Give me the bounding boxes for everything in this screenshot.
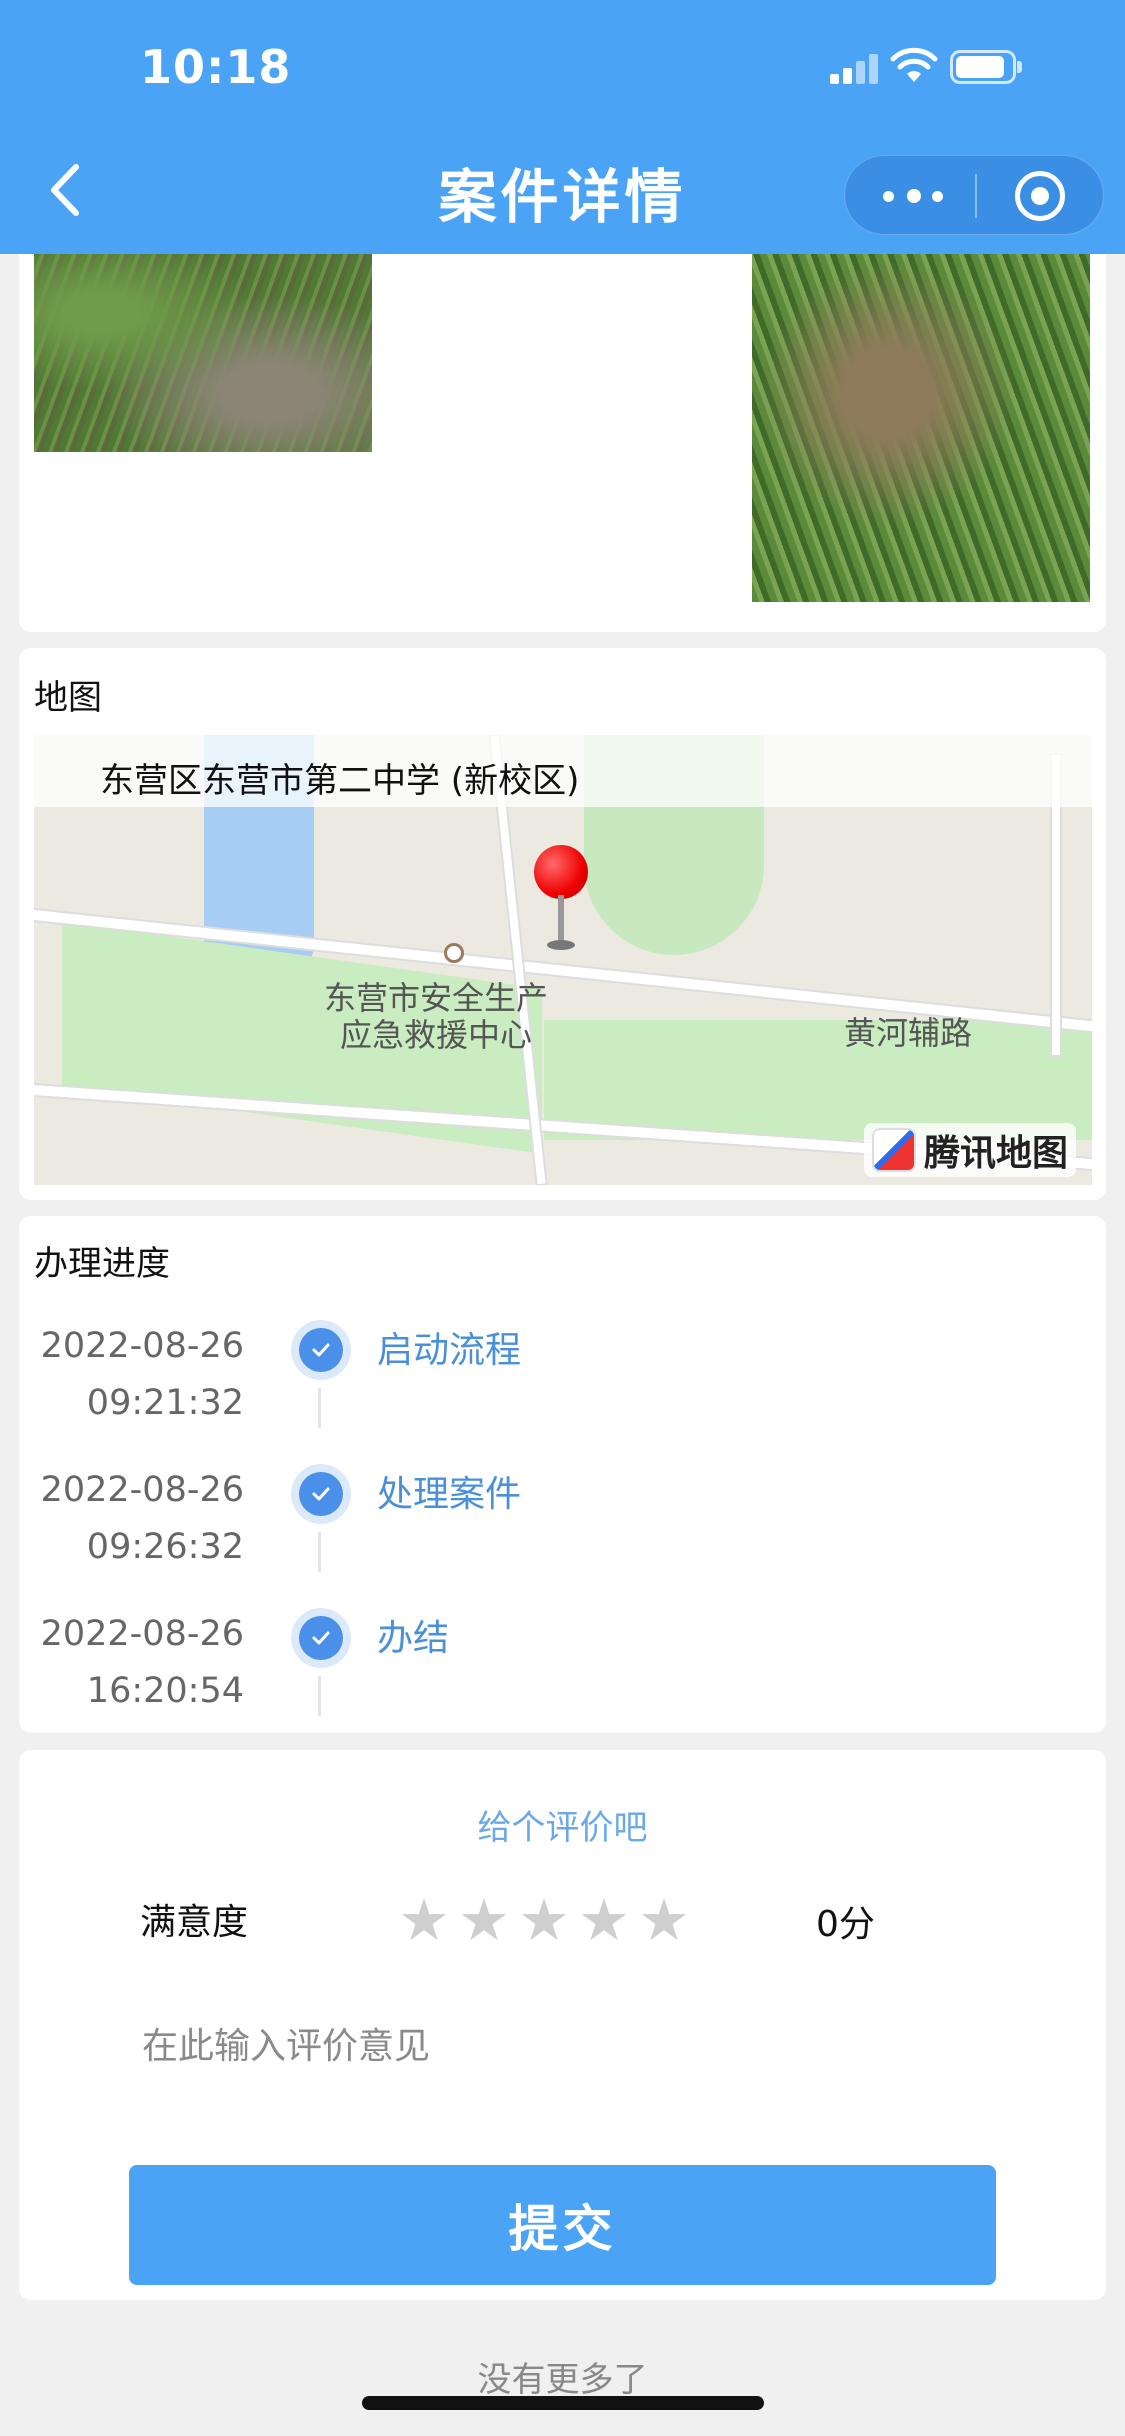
star-icon[interactable]: ★ [578, 1891, 630, 1949]
check-circle-icon [291, 1320, 351, 1380]
case-photo[interactable] [752, 254, 1090, 602]
timeline-step-label: 启动流程 [377, 1330, 522, 1371]
star-icon[interactable]: ★ [398, 1891, 450, 1949]
star-icon[interactable]: ★ [638, 1891, 690, 1949]
star-rating[interactable]: ★ ★ ★ ★ ★ [398, 1891, 690, 1949]
timeline-time: 16:20:54 [86, 1671, 244, 1711]
map-greenbelt [544, 1020, 1092, 1140]
battery-icon [950, 50, 1022, 84]
more-dots-icon[interactable] [883, 186, 943, 206]
wifi-icon [890, 47, 938, 82]
timeline-datetime: 2022-08-26 09:26:32 [41, 1462, 244, 1576]
submit-button[interactable]: 提交 [129, 2165, 996, 2285]
timeline-step: 2022-08-26 09:26:32 处理案件 [19, 1462, 1106, 1607]
map-location-label: 东营区东营市第二中学 (新校区) [100, 761, 580, 801]
cellular-signal-icon [830, 52, 880, 84]
home-indicator [362, 2396, 764, 2410]
location-pin-base [547, 940, 575, 950]
timeline-time: 09:26:32 [86, 1527, 244, 1567]
mini-program-capsule [844, 155, 1104, 235]
check-circle-icon [291, 1464, 351, 1524]
check-circle-icon [291, 1608, 351, 1668]
timeline-date: 2022-08-26 [40, 1614, 244, 1654]
target-close-icon[interactable] [1015, 171, 1065, 221]
capsule-divider [975, 174, 977, 218]
map-provider-logo: 腾讯地图 [863, 1123, 1076, 1177]
star-icon[interactable]: ★ [458, 1891, 510, 1949]
timeline-step-label: 处理案件 [377, 1474, 522, 1515]
map-poi-marker [444, 943, 464, 963]
timeline-connector [318, 1388, 321, 1428]
map-road-label: 黄河辅路 [844, 1014, 973, 1052]
tencent-map-icon [871, 1128, 916, 1172]
timeline-datetime: 2022-08-26 16:20:54 [41, 1606, 244, 1720]
map-section-title: 地图 [34, 678, 102, 718]
timeline-date: 2022-08-26 [40, 1470, 244, 1510]
timeline-step: 2022-08-26 16:20:54 办结 [19, 1606, 1106, 1751]
timeline-date: 2022-08-26 [40, 1326, 244, 1366]
location-pin-stick [558, 895, 564, 945]
comment-input[interactable] [140, 2000, 984, 2092]
nav-bar: 10:18 案件详情 [0, 0, 1125, 254]
rating-score: 0分 [816, 1904, 875, 1945]
timeline-step-label: 办结 [377, 1618, 450, 1659]
timeline-connector [318, 1676, 321, 1716]
timeline-step: 2022-08-26 09:21:32 启动流程 [19, 1318, 1106, 1463]
no-more-text: 没有更多了 [477, 2360, 648, 2400]
progress-section-title: 办理进度 [34, 1244, 170, 1284]
timeline-time: 09:21:32 [86, 1383, 244, 1423]
timeline-datetime: 2022-08-26 09:21:32 [41, 1318, 244, 1432]
rating-prompt: 给个评价吧 [477, 1808, 648, 1848]
map-poi-label: 东营市安全生产 应急救援中心 [324, 979, 549, 1054]
satisfaction-label: 满意度 [140, 1902, 249, 1943]
timeline-connector [318, 1532, 321, 1572]
map-provider-text: 腾讯地图 [923, 1133, 1068, 1174]
map-location-bar: 东营区东营市第二中学 (新校区) [34, 735, 1092, 807]
location-pin-icon [534, 845, 588, 899]
star-icon[interactable]: ★ [518, 1891, 570, 1949]
status-time: 10:18 [140, 40, 292, 94]
case-photo[interactable] [34, 254, 372, 452]
map-view[interactable]: 东营市安全生产 应急救援中心 黄河辅路 东营区东营市第二中学 (新校区) 腾讯地… [34, 735, 1092, 1185]
